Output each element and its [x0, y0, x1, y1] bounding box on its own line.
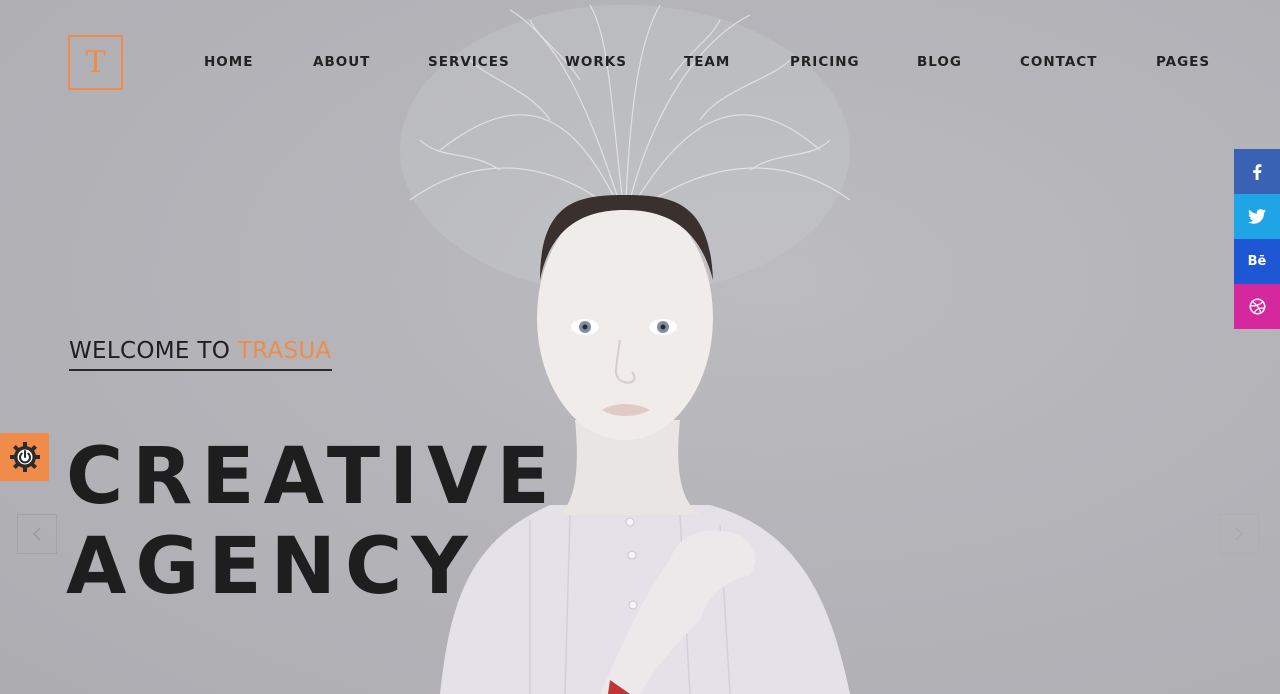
dribbble-icon [1249, 298, 1265, 315]
facebook-icon [1253, 163, 1262, 180]
facebook-button[interactable] [1234, 149, 1280, 194]
chevron-left-icon [32, 527, 41, 541]
welcome-heading: WELCOME TO TRASUA [69, 338, 332, 371]
nav-item-blog[interactable]: BLOG [917, 54, 962, 70]
chevron-right-icon [1235, 527, 1244, 541]
nav-item-team[interactable]: TEAM [684, 54, 730, 70]
headline-line-2: AGENCY [66, 522, 477, 612]
twitter-icon [1248, 209, 1266, 224]
settings-toggle-button[interactable] [0, 433, 49, 481]
social-sidebar: Bē [1234, 149, 1280, 329]
slider-next-button[interactable] [1219, 514, 1259, 554]
site-logo[interactable]: T [68, 35, 123, 90]
slider-prev-button[interactable] [17, 514, 57, 554]
hero-headline: CREATIVE AGENCY [66, 432, 559, 612]
nav-item-pricing[interactable]: PRICING [790, 54, 860, 70]
welcome-brand: TRASUA [237, 338, 332, 364]
nav-item-works[interactable]: WORKS [565, 54, 627, 70]
nav-item-services[interactable]: SERVICES [428, 54, 510, 70]
dribbble-button[interactable] [1234, 284, 1280, 329]
nav-item-contact[interactable]: CONTACT [1020, 54, 1097, 70]
nav-item-pages[interactable]: PAGES [1156, 54, 1210, 70]
logo-letter: T [85, 44, 106, 80]
twitter-button[interactable] [1234, 194, 1280, 239]
welcome-prefix: WELCOME TO [69, 338, 231, 364]
gear-power-icon [9, 442, 40, 472]
behance-button[interactable]: Bē [1234, 239, 1280, 284]
headline-line-1: CREATIVE [66, 432, 559, 522]
nav-item-about[interactable]: ABOUT [313, 54, 370, 70]
behance-icon: Bē [1247, 254, 1267, 269]
nav-item-home[interactable]: HOME [204, 54, 253, 70]
main-navigation: HOME ABOUT SERVICES WORKS TEAM PRICING B… [204, 54, 1280, 72]
